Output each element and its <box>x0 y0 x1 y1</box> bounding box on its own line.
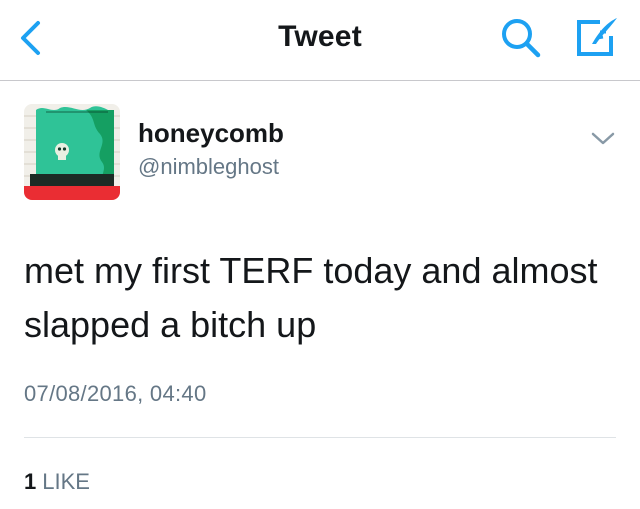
likes-count: 1 <box>24 469 37 494</box>
chevron-down-icon <box>591 132 615 145</box>
avatar[interactable] <box>24 104 120 200</box>
display-name[interactable]: honeycomb <box>138 118 284 149</box>
avatar-image <box>24 104 120 200</box>
compose-icon <box>577 18 617 56</box>
tweet-text: met my first TERF today and almost slapp… <box>24 250 598 345</box>
username[interactable]: @nimbleghost <box>138 154 279 180</box>
navigation-bar: Tweet <box>0 0 640 81</box>
compose-button[interactable] <box>570 14 622 62</box>
tweet-timestamp[interactable]: 07/08/2016, 04:40 <box>24 381 207 407</box>
likes-stat[interactable]: 1 LIKE <box>24 469 90 495</box>
divider <box>24 437 616 438</box>
search-icon <box>502 19 541 58</box>
likes-label: LIKE <box>42 469 90 494</box>
tweet-options-button[interactable] <box>588 128 618 150</box>
search-button[interactable] <box>496 16 548 60</box>
